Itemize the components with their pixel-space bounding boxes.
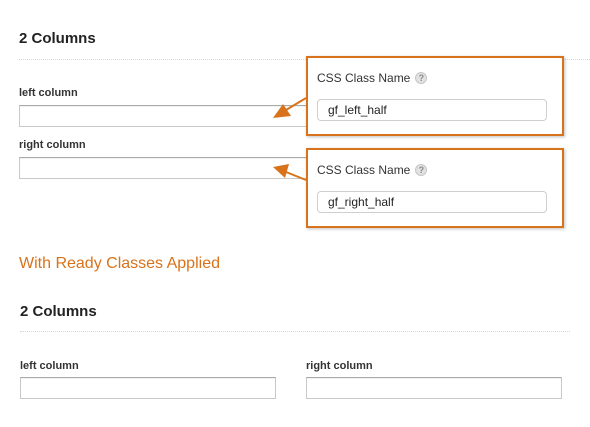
callout-arrows [273, 97, 307, 181]
field-label-right-column-bottom: right column [306, 360, 373, 372]
arrow-to-right-column [273, 164, 307, 181]
left-column-input-bottom[interactable] [20, 377, 276, 399]
field-label-left-column-bottom: left column [20, 360, 79, 372]
ready-classes-heading: With Ready Classes Applied [19, 255, 220, 272]
section-title-bottom: 2 Columns [20, 303, 97, 320]
right-column-input-bottom[interactable] [306, 377, 562, 399]
arrow-to-left-column [273, 97, 307, 118]
section-divider-bottom [20, 331, 570, 332]
